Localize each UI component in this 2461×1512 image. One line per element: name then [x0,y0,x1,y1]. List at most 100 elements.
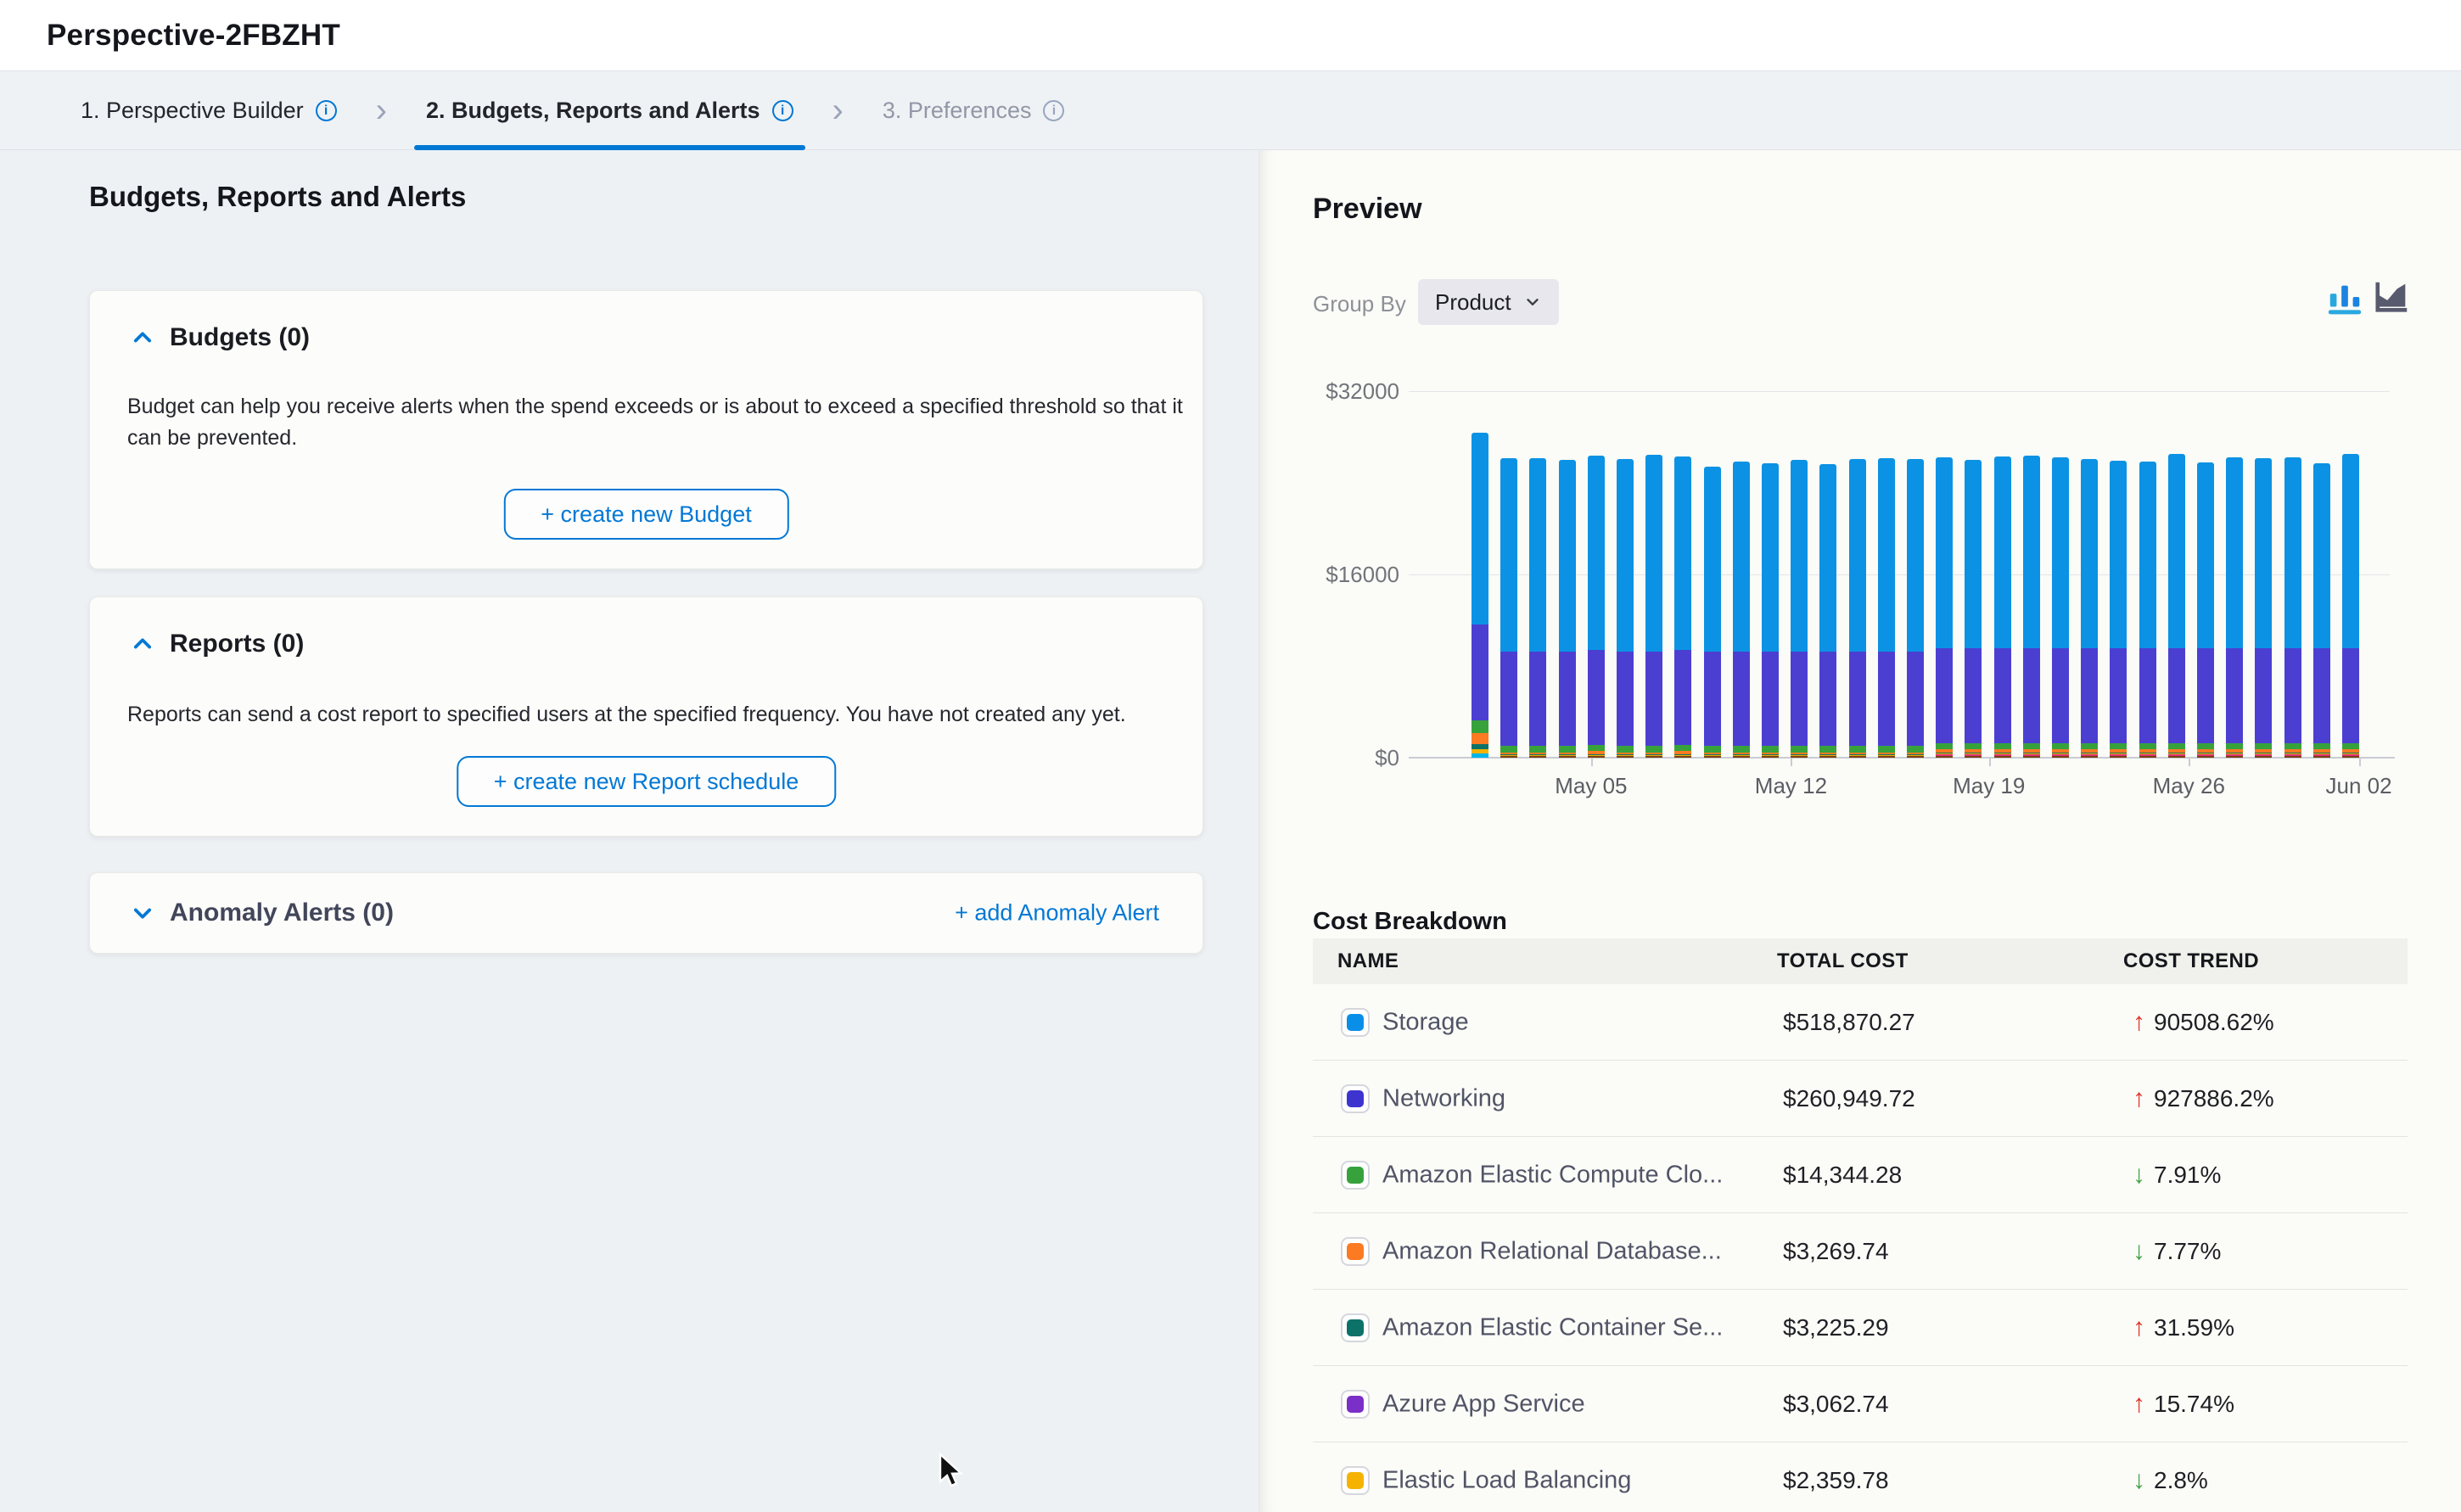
chevron-up-icon[interactable] [131,326,154,350]
bar-segment [2110,743,2127,750]
stacked-bar-may-31[interactable] [2342,454,2359,758]
stacked-bar-may-13[interactable] [1819,464,1836,758]
stacked-bar-may-23[interactable] [2110,461,2127,758]
legend-color-swatch[interactable] [1341,1466,1370,1495]
bar-segment [1965,756,1982,758]
bar-segment [2023,743,2040,750]
legend-color-swatch[interactable] [1341,1313,1370,1342]
create-report-schedule-button[interactable]: + create new Report schedule [457,756,836,807]
table-row[interactable]: Azure App Service$3,062.74↑15.74% [1313,1366,2408,1442]
table-row[interactable]: Storage$518,870.27↑90508.62% [1313,984,2408,1061]
bar-segment [1704,652,1721,746]
bar-segment [1733,756,1750,758]
bar-segment [1849,459,1866,651]
stacked-bar-may-09[interactable] [1704,467,1721,758]
bar-segment [2255,648,2272,742]
bar-segment [1472,753,1488,758]
bar-segment [1791,746,1808,753]
x-tick-label: Jun 02 [2326,773,2392,799]
group-by-dropdown[interactable]: Product [1418,279,1559,325]
stacked-bar-may-07[interactable] [1645,455,1662,758]
tab-perspective-builder[interactable]: 1. Perspective Builder i [69,72,349,149]
reports-description: Reports can send a cost report to specif… [127,699,1205,731]
stacked-bar-may-01[interactable] [1472,433,1488,758]
table-row[interactable]: Amazon Elastic Container Se...$3,225.29↑… [1313,1290,2408,1366]
bar-segment [1762,756,1779,758]
stacked-bar-may-06[interactable] [1617,459,1634,758]
row-cost-trend: ↑927886.2% [2133,1084,2274,1113]
bar-segment [1791,652,1808,746]
bar-segment [1907,652,1924,746]
stacked-bar-may-22[interactable] [2081,459,2098,758]
stacked-bar-may-20[interactable] [2023,456,2040,758]
row-name: Storage [1382,1008,1469,1036]
legend-color-swatch[interactable] [1341,1084,1370,1113]
stacked-bar-may-21[interactable] [2052,457,2069,758]
bar-segment [2197,756,2214,758]
x-tick-mark [2359,758,2361,766]
bar-segment [1733,462,1750,652]
row-name: Amazon Elastic Compute Clo... [1382,1161,1723,1189]
bar-segment [1936,756,1953,758]
stacked-bar-may-27[interactable] [2226,457,2243,758]
stacked-bar-may-16[interactable] [1907,459,1924,758]
bar-segment [1878,458,1895,652]
create-budget-button[interactable]: + create new Budget [503,489,788,540]
bar-segment [1559,746,1576,753]
bar-segment [2255,743,2272,750]
stacked-bar-may-12[interactable] [1791,460,1808,758]
legend-color-swatch[interactable] [1341,1237,1370,1266]
row-total-cost: $14,344.28 [1783,1162,1902,1189]
table-row[interactable]: Elastic Load Balancing$2,359.78↓2.8% [1313,1442,2408,1512]
stacked-bar-may-10[interactable] [1733,462,1750,758]
bar-segment [1819,464,1836,651]
info-icon[interactable]: i [1043,100,1064,121]
stacked-bar-may-26[interactable] [2197,462,2214,758]
bar-segment [1907,746,1924,753]
stacked-bar-may-02[interactable] [1500,458,1517,758]
bar-chart-icon[interactable] [2325,277,2364,316]
group-by-label: Group By [1313,291,1406,317]
stacked-bar-may-15[interactable] [1878,458,1895,758]
bar-segment [2023,756,2040,758]
legend-color-swatch[interactable] [1341,1390,1370,1419]
stacked-bar-may-30[interactable] [2313,463,2330,758]
tab-budgets-reports-alerts[interactable]: 2. Budgets, Reports and Alerts i [414,72,805,149]
table-row[interactable]: Amazon Relational Database...$3,269.74↓7… [1313,1213,2408,1290]
section-heading: Budgets, Reports and Alerts [89,181,466,213]
x-tick-label: May 26 [2153,773,2225,799]
stacked-bar-may-28[interactable] [2255,458,2272,758]
legend-color-swatch[interactable] [1341,1008,1370,1037]
stacked-bar-may-17[interactable] [1936,457,1953,758]
stacked-bar-may-18[interactable] [1965,460,1982,758]
bar-segment [1704,746,1721,753]
trend-value: 31.59% [2154,1314,2234,1341]
table-row[interactable]: Amazon Elastic Compute Clo...$14,344.28↓… [1313,1137,2408,1213]
stacked-bar-may-14[interactable] [1849,459,1866,758]
table-row[interactable]: Networking$260,949.72↑927886.2% [1313,1061,2408,1137]
stacked-bar-may-05[interactable] [1588,456,1605,758]
stacked-bar-may-25[interactable] [2168,454,2185,758]
stacked-bar-may-04[interactable] [1559,460,1576,758]
chevron-right-icon: › [349,72,414,149]
chevron-up-icon[interactable] [131,632,154,656]
stacked-bar-may-11[interactable] [1762,463,1779,758]
anomaly-alerts-card-title: Anomaly Alerts (0) [170,899,394,927]
bar-segment [1472,624,1488,720]
trend-value: 7.91% [2154,1162,2221,1189]
stacked-bar-may-19[interactable] [1994,456,2011,758]
add-anomaly-alert-link[interactable]: + add Anomaly Alert [955,900,1159,927]
legend-color-swatch[interactable] [1341,1161,1370,1190]
chevron-down-icon[interactable] [131,901,154,925]
stacked-bar-may-03[interactable] [1529,458,1546,758]
info-icon[interactable]: i [316,100,337,121]
stacked-bar-may-08[interactable] [1674,456,1691,758]
bar-segment [1762,652,1779,746]
stacked-bar-may-24[interactable] [2139,462,2156,758]
area-chart-icon[interactable] [2373,277,2412,316]
info-icon[interactable]: i [772,100,793,121]
stacked-bar-may-29[interactable] [2284,457,2301,758]
tab-preferences[interactable]: 3. Preferences i [871,72,1077,149]
column-name: NAME [1337,949,1399,973]
bar-segment [1559,652,1576,746]
